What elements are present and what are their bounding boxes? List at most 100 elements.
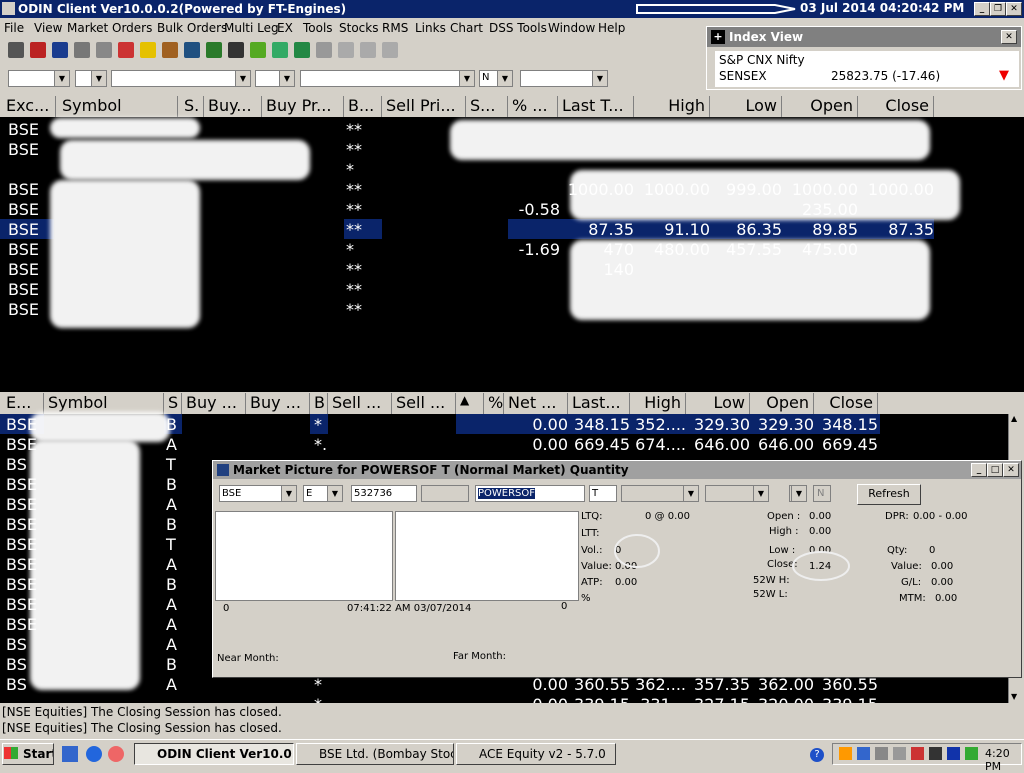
- table-row[interactable]: BSE **: [0, 279, 1024, 299]
- task-bse-browser[interactable]: BSE Ltd. (Bombay Stock ...: [296, 743, 454, 765]
- col-header[interactable]: %: [484, 393, 504, 414]
- reports-icon[interactable]: [294, 42, 310, 58]
- mp-code-input[interactable]: 532736: [351, 485, 417, 502]
- col-header[interactable]: Low: [686, 393, 750, 414]
- table-row[interactable]: BSE B * 0.00 348.15 352.... 329.30 329.30 348.15: [0, 414, 1008, 434]
- table-row[interactable]: BSE ** 140: [0, 259, 1024, 279]
- ie-icon[interactable]: [86, 746, 102, 762]
- alerts-icon[interactable]: [250, 42, 266, 58]
- mp-series-input[interactable]: T: [589, 485, 617, 502]
- tray-icon[interactable]: [947, 747, 960, 760]
- menu-tools[interactable]: Tools: [303, 21, 333, 35]
- scrip-icon[interactable]: [228, 42, 244, 58]
- cancel-icon[interactable]: [382, 42, 398, 58]
- sort-arrow-icon[interactable]: ▲: [456, 393, 484, 414]
- col-header[interactable]: Close: [858, 96, 934, 117]
- table-row[interactable]: BSE * -1.69 470 480.00 457.55 475.00: [0, 239, 1024, 259]
- col-header[interactable]: Last...: [568, 393, 630, 414]
- table-row[interactable]: BSE **: [0, 139, 1024, 159]
- col-header[interactable]: Open: [782, 96, 858, 117]
- col-header[interactable]: S: [164, 393, 182, 414]
- close-button[interactable]: ✕: [1006, 2, 1022, 16]
- mp-maximize-button[interactable]: □: [987, 463, 1003, 477]
- volume-icon[interactable]: [929, 747, 942, 760]
- symbol-combo[interactable]: ▼: [300, 70, 475, 87]
- col-header[interactable]: High: [630, 393, 686, 414]
- menu-orders[interactable]: Orders: [112, 21, 152, 35]
- mp-minimize-button[interactable]: _: [971, 463, 987, 477]
- menu-multi-leg[interactable]: Multi Leg: [224, 21, 279, 35]
- market-watch-icon[interactable]: [8, 42, 24, 58]
- tray-icon[interactable]: [875, 747, 888, 760]
- firefox-icon[interactable]: [108, 746, 124, 762]
- menu-chart[interactable]: Chart: [450, 21, 483, 35]
- menu-ex[interactable]: EX: [277, 21, 293, 35]
- col-header[interactable]: High: [634, 96, 710, 117]
- table-row[interactable]: BSE ** 87.35 91.10 86.35 89.85 87.35: [0, 219, 1024, 239]
- task-ace-equity[interactable]: ACE Equity v2 - 5.7.0: [456, 743, 616, 765]
- table-row[interactable]: BSE ** 1000.00 1000.00 999.00 1000.00 1000.00: [0, 179, 1024, 199]
- col-header[interactable]: E...: [2, 393, 44, 414]
- tray-icon[interactable]: [965, 747, 978, 760]
- col-header[interactable]: B...: [344, 96, 382, 117]
- minimize-button[interactable]: _: [974, 2, 990, 16]
- table-row[interactable]: *: [0, 159, 1024, 179]
- col-header[interactable]: Buy Pr...: [262, 96, 344, 117]
- mp-strike-combo[interactable]: ▼: [705, 485, 769, 502]
- col-header[interactable]: Buy ...: [246, 393, 310, 414]
- tray-icon[interactable]: [893, 747, 906, 760]
- menu-file[interactable]: File: [4, 21, 24, 35]
- scroll-up-icon[interactable]: ▲: [1011, 414, 1017, 423]
- mp-option-combo[interactable]: ▼: [789, 485, 807, 502]
- save-icon[interactable]: [52, 42, 68, 58]
- market-picture-icon[interactable]: [184, 42, 200, 58]
- mp-exchange-combo[interactable]: BSE ▼: [219, 485, 297, 502]
- help-icon[interactable]: ?: [810, 748, 824, 762]
- col-header[interactable]: Last T...: [558, 96, 634, 117]
- show-desktop-icon[interactable]: [62, 746, 78, 762]
- col-header[interactable]: Buy...: [204, 96, 262, 117]
- order-book-icon[interactable]: [118, 42, 134, 58]
- print-preview-icon[interactable]: [96, 42, 112, 58]
- col-header[interactable]: B: [310, 393, 328, 414]
- col-header[interactable]: Buy ...: [182, 393, 246, 414]
- table-row[interactable]: BSE **: [0, 119, 1024, 139]
- menu-view[interactable]: View: [34, 21, 62, 35]
- mode-combo[interactable]: N ▼: [479, 70, 513, 87]
- col-header[interactable]: S.: [180, 96, 204, 117]
- connect-icon[interactable]: [30, 42, 46, 58]
- portfolio-icon[interactable]: [272, 42, 288, 58]
- mp-expiry-combo[interactable]: ▼: [621, 485, 699, 502]
- tray-icon[interactable]: [839, 747, 852, 760]
- table-row[interactable]: BSE ** -0.58 235.00: [0, 199, 1024, 219]
- col-header[interactable]: Sell ...: [392, 393, 456, 414]
- bar-chart-icon[interactable]: [316, 42, 332, 58]
- col-header[interactable]: S...: [466, 96, 508, 117]
- col-header[interactable]: % ...: [508, 96, 558, 117]
- chart-icon[interactable]: [206, 42, 222, 58]
- undo-icon[interactable]: [338, 42, 354, 58]
- exchange-combo[interactable]: ▼: [8, 70, 70, 87]
- index-name[interactable]: SENSEX: [719, 69, 767, 83]
- col-header[interactable]: Sell ...: [328, 393, 392, 414]
- col-header[interactable]: Symbol: [58, 96, 178, 117]
- col-header[interactable]: Exc...: [2, 96, 56, 117]
- tray-icon[interactable]: [857, 747, 870, 760]
- col-header[interactable]: Low: [710, 96, 782, 117]
- menu-rms[interactable]: RMS: [382, 21, 408, 35]
- print-icon[interactable]: [74, 42, 90, 58]
- series-combo[interactable]: ▼: [520, 70, 608, 87]
- col-header[interactable]: Net ...: [504, 393, 568, 414]
- cut-icon[interactable]: [360, 42, 376, 58]
- index-name[interactable]: S&P CNX Nifty: [719, 53, 805, 67]
- col-header[interactable]: Close: [814, 393, 878, 414]
- option-type-combo[interactable]: ▼: [255, 70, 295, 87]
- trade-book-icon[interactable]: [140, 42, 156, 58]
- scroll-down-icon[interactable]: ▼: [1011, 692, 1017, 701]
- refresh-button[interactable]: Refresh: [857, 484, 921, 505]
- menu-help[interactable]: Help: [598, 21, 625, 35]
- menu-market[interactable]: Market: [67, 21, 108, 35]
- menu-bulk-orders[interactable]: Bulk Orders: [157, 21, 227, 35]
- net-position-icon[interactable]: [162, 42, 178, 58]
- instrument-combo[interactable]: ▼: [111, 70, 251, 87]
